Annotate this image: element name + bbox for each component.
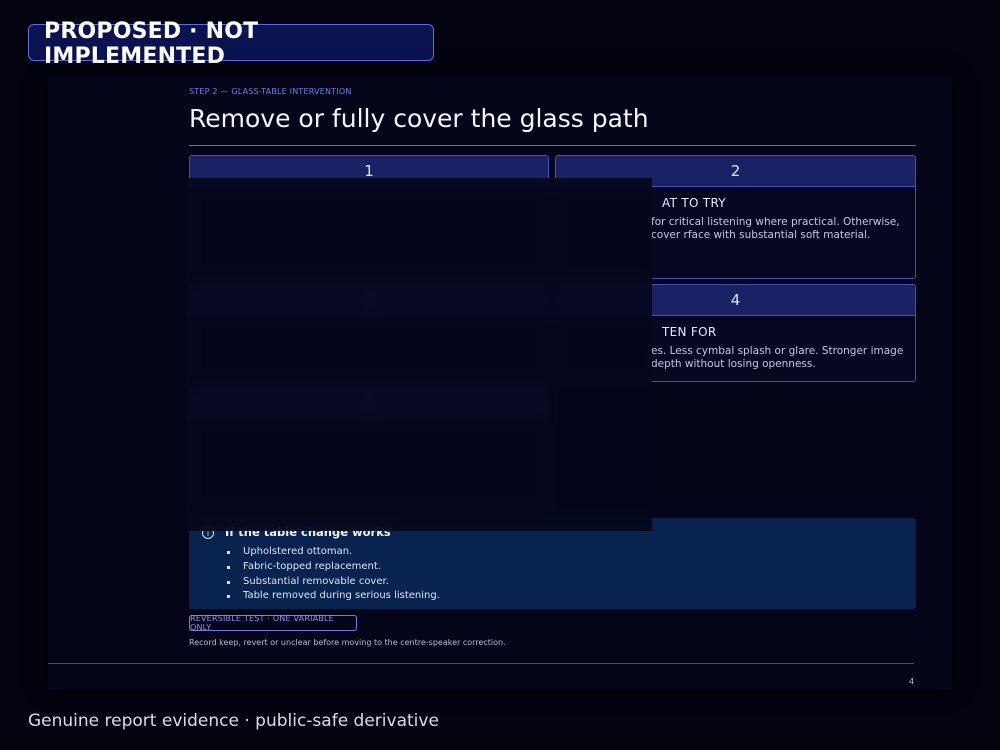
title-divider [189, 145, 916, 146]
info-box: i If the table change works Upholstered … [189, 518, 916, 609]
redaction-blur [186, 178, 652, 531]
reversible-test-badge: REVERSIBLE TEST · ONE VARIABLE ONLY [189, 614, 357, 632]
step-label: STEP 2 — GLASS-TABLE INTERVENTION [189, 87, 352, 96]
page-number: 4 [909, 677, 915, 686]
list-item: Upholstered ottoman. [225, 545, 440, 560]
proposed-badge: PROPOSED · NOT IMPLEMENTED [28, 19, 434, 69]
record-note: Record keep, revert or unclear before mo… [189, 638, 506, 647]
footer-divider [48, 663, 914, 664]
slide-title: Remove or fully cover the glass path [189, 104, 649, 133]
list-item: Table removed during serious listening. [225, 589, 440, 604]
caption: Genuine report evidence · public-safe de… [28, 711, 439, 731]
list-item: Substantial removable cover. [225, 575, 440, 590]
info-list: Upholstered ottoman. Fabric-topped repla… [225, 545, 440, 604]
list-item: Fabric-topped replacement. [225, 560, 440, 575]
